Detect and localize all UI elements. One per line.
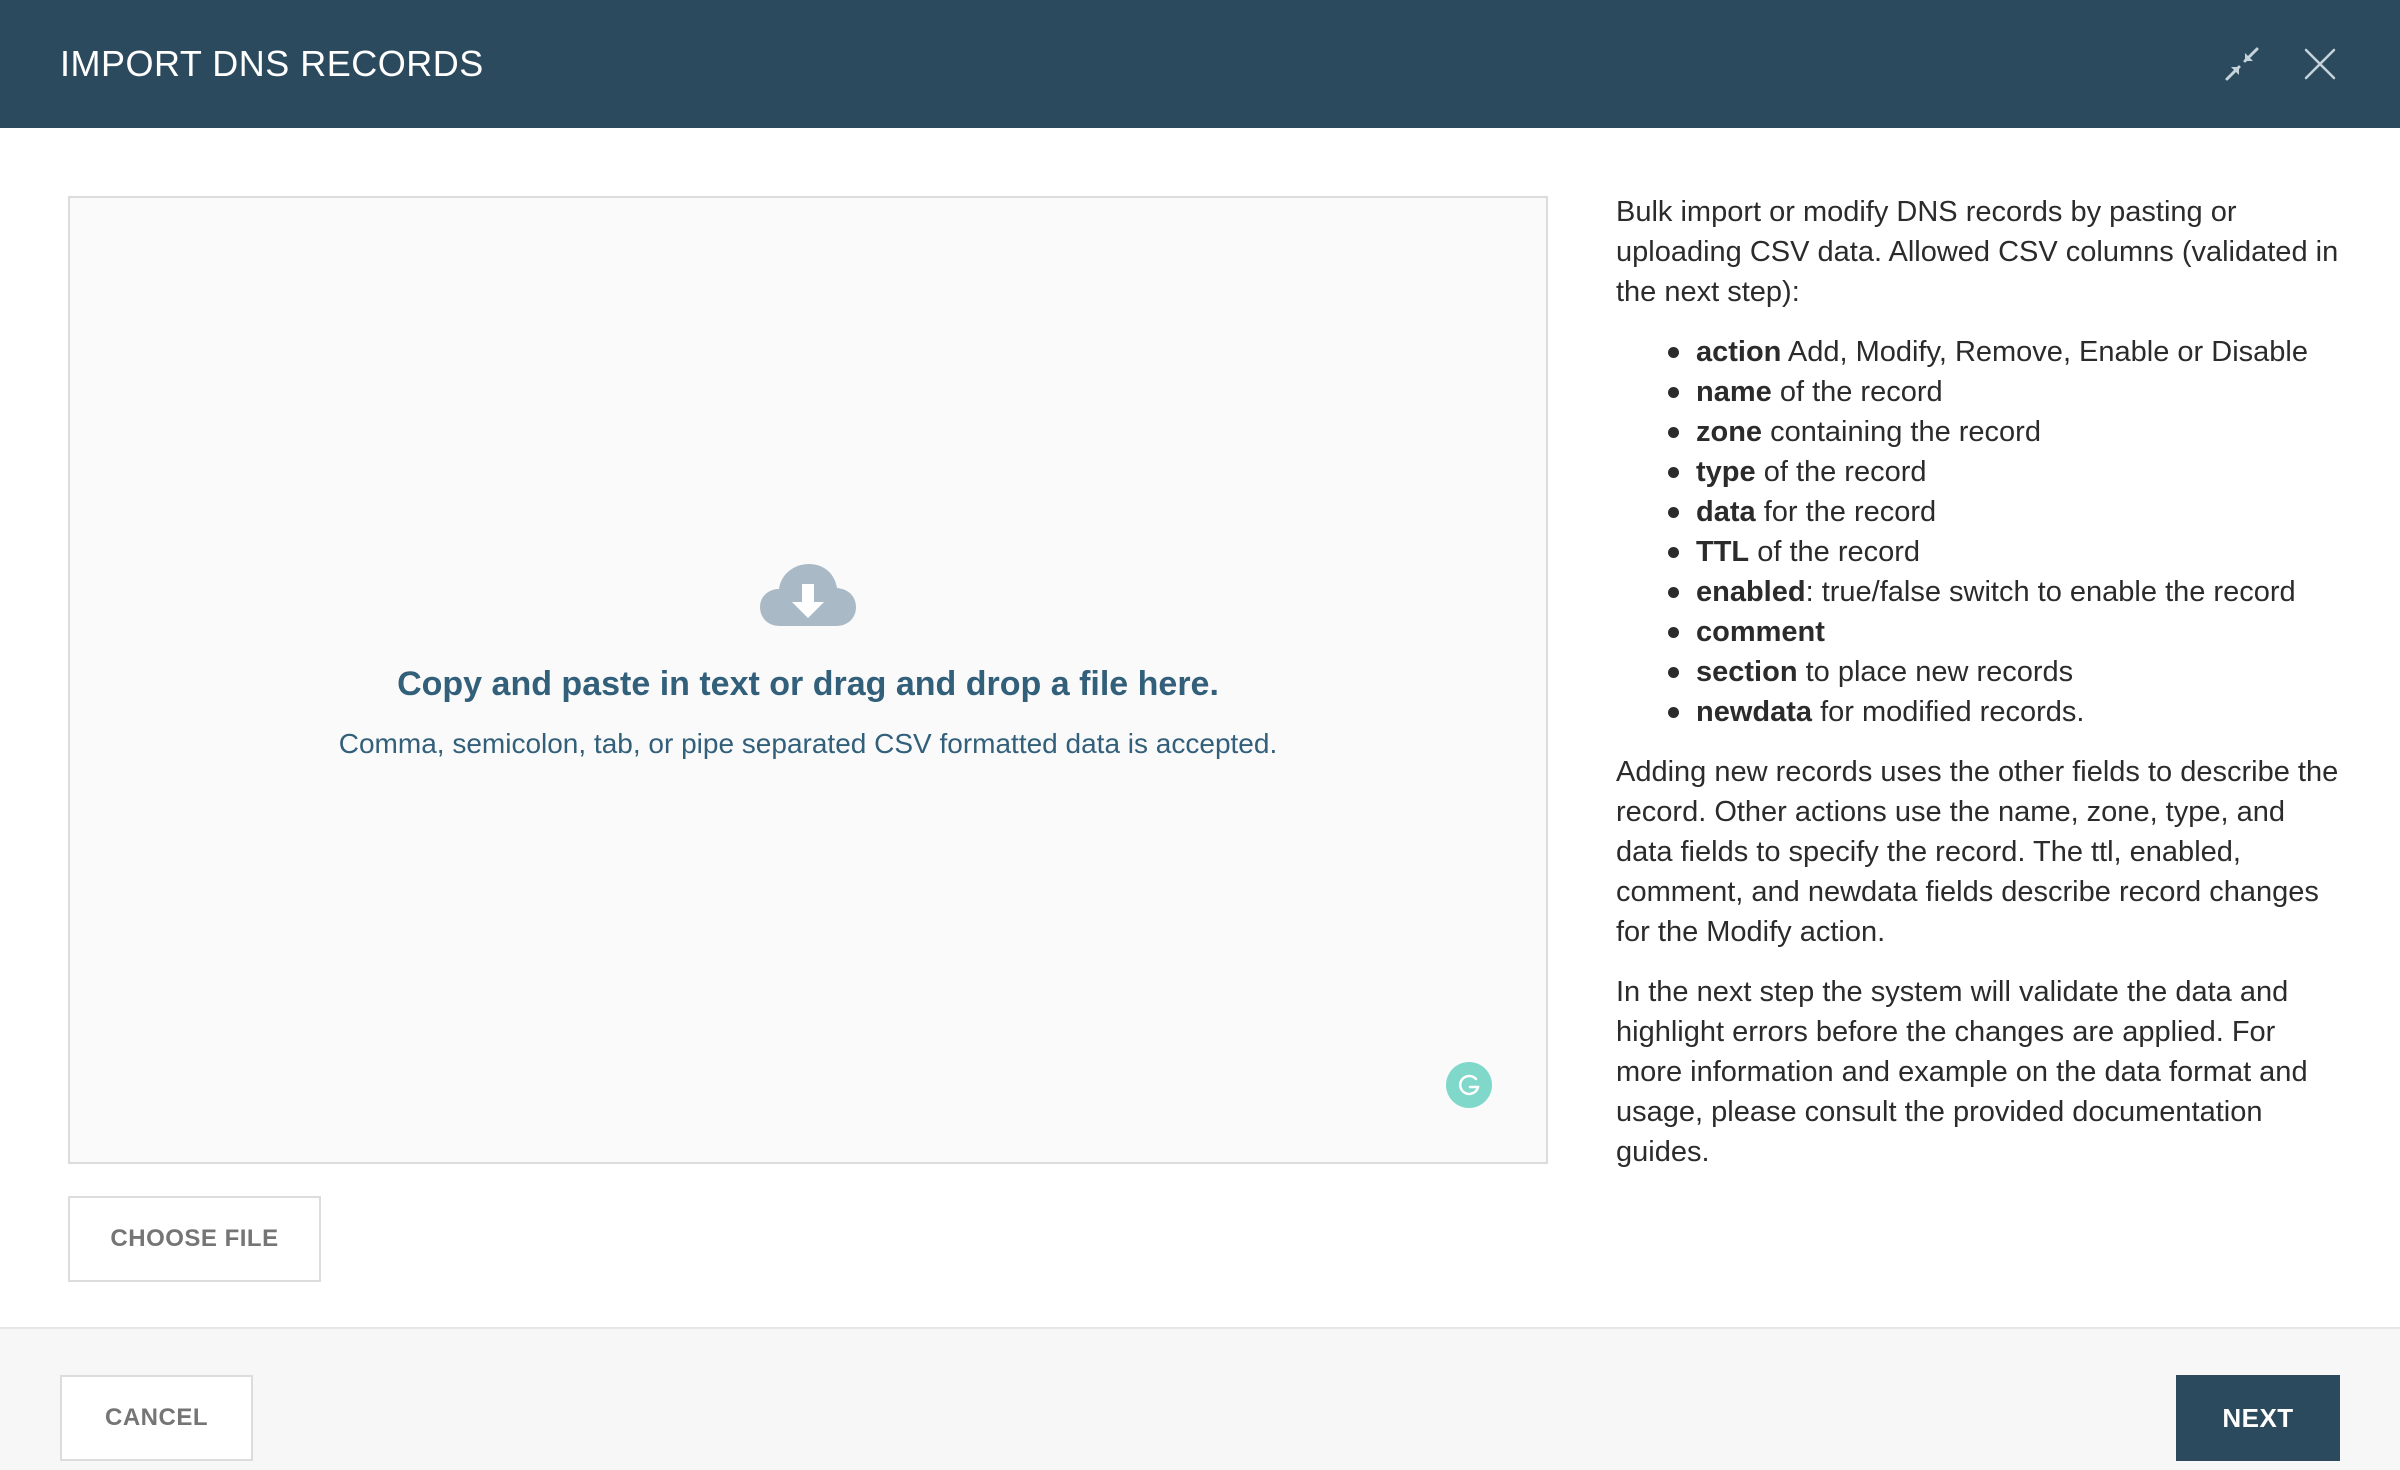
drop-zone-subtitle: Comma, semicolon, tab, or pipe separated…: [338, 728, 1278, 759]
column-desc: of the record: [1755, 456, 1927, 488]
column-name: enabled: [1696, 576, 1806, 608]
drop-zone-content: Copy and paste in text or drag and drop …: [70, 560, 1546, 760]
column-name: zone: [1696, 416, 1763, 448]
column-desc: for modified records.: [1812, 696, 2085, 728]
collapse-arrows-icon[interactable]: [2222, 44, 2262, 84]
column-name: section: [1696, 656, 1798, 688]
column-name: TTL: [1696, 536, 1750, 568]
list-item: name of the record: [1668, 372, 2346, 412]
grammarly-icon[interactable]: [1446, 1062, 1492, 1108]
next-button[interactable]: NEXT: [2176, 1375, 2340, 1461]
drop-zone-title: Copy and paste in text or drag and drop …: [397, 665, 1219, 703]
column-name: comment: [1696, 616, 1825, 648]
list-item: TTL of the record: [1668, 532, 2346, 572]
column-name: type: [1696, 456, 1756, 488]
column-desc: : true/false switch to enable the record: [1805, 576, 2296, 608]
list-item: newdata for modified records.: [1668, 692, 2346, 732]
column-desc: Add, Modify, Remove, Enable or Disable: [1781, 336, 2308, 368]
column-name: data: [1696, 496, 1756, 528]
column-desc: containing the record: [1762, 416, 2041, 448]
list-item: data for the record: [1668, 492, 2346, 532]
csv-columns-list: action Add, Modify, Remove, Enable or Di…: [1616, 332, 2346, 732]
cloud-download-icon: [758, 560, 858, 630]
csv-drop-zone[interactable]: Copy and paste in text or drag and drop …: [68, 196, 1548, 1164]
list-item: enabled: true/false switch to enable the…: [1668, 572, 2346, 612]
list-item: comment: [1668, 612, 2346, 652]
instructions-paragraph-validation: In the next step the system will validat…: [1616, 976, 2308, 1168]
cancel-button[interactable]: CANCEL: [60, 1375, 253, 1461]
dialog-header: IMPORT DNS RECORDS: [0, 0, 2400, 128]
dialog-title: IMPORT DNS RECORDS: [60, 43, 484, 84]
instructions-paragraph-records: Adding new records uses the other fields…: [1616, 756, 2339, 948]
instructions-intro: Bulk import or modify DNS records by pas…: [1616, 196, 2339, 308]
list-item: section to place new records: [1668, 652, 2346, 692]
dialog-footer: CANCEL NEXT: [0, 1327, 2400, 1470]
column-name: name: [1696, 376, 1772, 408]
column-name: action: [1696, 336, 1782, 368]
list-item: zone containing the record: [1668, 412, 2346, 452]
column-desc: for the record: [1755, 496, 1937, 528]
close-icon[interactable]: [2300, 44, 2340, 84]
list-item: type of the record: [1668, 452, 2346, 492]
import-instructions: Bulk import or modify DNS records by pas…: [1616, 192, 2346, 1192]
list-item: action Add, Modify, Remove, Enable or Di…: [1668, 332, 2346, 372]
choose-file-button[interactable]: CHOOSE FILE: [68, 1196, 321, 1282]
column-desc: of the record: [1749, 536, 1921, 568]
column-name: newdata: [1696, 696, 1813, 728]
column-desc: of the record: [1771, 376, 1943, 408]
header-actions: [2222, 44, 2340, 84]
column-desc: to place new records: [1797, 656, 2074, 688]
